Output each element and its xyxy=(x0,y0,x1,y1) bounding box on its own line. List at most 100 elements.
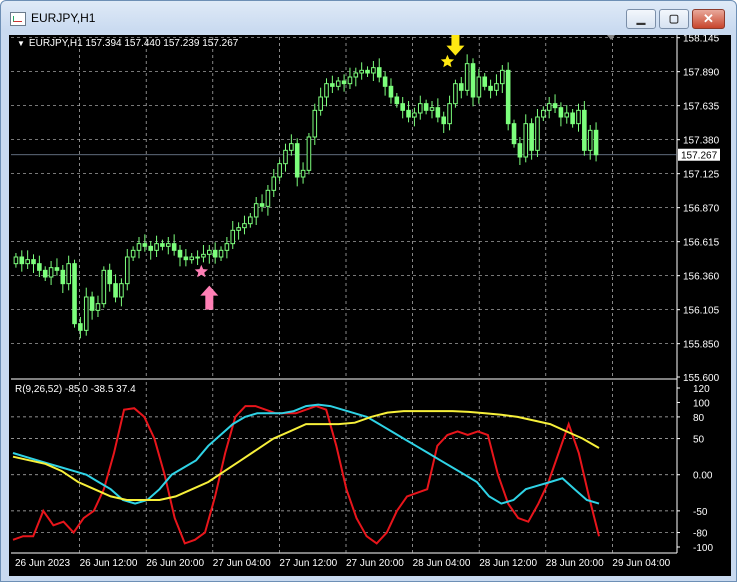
title-bar[interactable]: EURJPY,H1 ▁ ▢ ✕ xyxy=(1,1,736,35)
candle-body xyxy=(371,67,376,74)
candle-body xyxy=(154,243,159,251)
price-tick-label: 156.360 xyxy=(683,272,720,283)
candle-body xyxy=(113,283,118,298)
dropdown-triangle-icon[interactable]: ▼ xyxy=(17,39,25,48)
candle-body xyxy=(535,116,540,151)
candle-body xyxy=(500,69,505,85)
candle-body xyxy=(259,203,265,207)
indicator-tick-label: -50 xyxy=(693,507,708,518)
candle-body xyxy=(66,263,71,285)
time-tick-label: 27 Jun 20:00 xyxy=(346,558,404,569)
candle-body xyxy=(353,72,359,78)
candle-body xyxy=(552,103,558,109)
time-tick-label: 29 Jun 04:00 xyxy=(612,558,670,569)
candle-body xyxy=(54,267,60,271)
current-price-label: 157.267 xyxy=(681,151,718,162)
rsi-slow-line xyxy=(12,410,600,501)
maximize-button[interactable]: ▢ xyxy=(659,9,689,29)
up-arrow-icon xyxy=(200,285,219,310)
candle-body xyxy=(359,69,364,74)
chart-window-icon xyxy=(10,12,26,26)
down-arrow-icon xyxy=(446,35,465,56)
candle-body xyxy=(306,136,312,171)
candle-body xyxy=(494,83,499,91)
candle-body xyxy=(335,80,341,87)
time-tick-label: 28 Jun 12:00 xyxy=(479,558,537,569)
candle-body xyxy=(529,123,534,151)
chart-area[interactable]: 26 Jun 2023 26 Jun 12:00 26 Jun 20:00 27 Ju… xyxy=(9,35,731,576)
candle-body xyxy=(60,269,66,285)
candle-body xyxy=(160,243,165,247)
candle-body xyxy=(265,189,271,207)
star-icon xyxy=(440,54,455,68)
candle-body xyxy=(376,67,382,78)
candle-body xyxy=(177,249,183,258)
candle-body xyxy=(546,103,552,111)
time-tick-label: 26 Jun 20:00 xyxy=(146,558,204,569)
candle-body xyxy=(289,143,294,151)
candle-body xyxy=(277,163,282,178)
price-tick-label: 155.850 xyxy=(683,340,720,351)
candle-body xyxy=(148,245,154,251)
candle-body xyxy=(242,223,247,229)
candle-body xyxy=(48,267,54,278)
candle-body xyxy=(582,109,587,151)
candle-body xyxy=(482,76,488,87)
rsi-mid-line xyxy=(12,403,600,505)
price-tick-label: 157.125 xyxy=(683,170,720,181)
candle-body xyxy=(224,243,230,251)
price-tick-label: 156.615 xyxy=(683,238,720,249)
candle-body xyxy=(347,76,353,85)
candle-body xyxy=(230,229,236,245)
price-tick-label: 156.870 xyxy=(683,204,720,215)
candle-body xyxy=(558,107,564,118)
maximize-icon: ▢ xyxy=(668,13,680,25)
window-title: EURJPY,H1 xyxy=(31,11,96,25)
candle-body xyxy=(435,107,441,118)
close-button[interactable]: ✕ xyxy=(692,9,725,29)
candle-body xyxy=(570,112,575,125)
candle-body xyxy=(447,103,452,125)
info-text: EURJPY,H1 157.394 157.440 157.239 157.26… xyxy=(28,38,239,49)
candle-body xyxy=(324,83,329,98)
price-info-line: ▼ EURJPY,H1 157.394 157.440 157.239 157.2… xyxy=(17,38,238,49)
candle-body xyxy=(107,269,112,285)
candle-body xyxy=(218,249,224,258)
candle-body xyxy=(412,112,417,118)
candle-body xyxy=(207,249,212,255)
candle-body xyxy=(142,243,148,247)
minimize-button[interactable]: ▁ xyxy=(626,9,656,29)
candle-body xyxy=(365,69,370,74)
candle-body xyxy=(248,216,253,225)
time-tick-label: 27 Jun 12:00 xyxy=(279,558,337,569)
candle-body xyxy=(271,176,277,191)
candle-body xyxy=(201,253,206,258)
candle-body xyxy=(576,109,581,125)
candle-body xyxy=(564,112,570,118)
indicator-tick-label: 120 xyxy=(693,384,710,395)
candle-body xyxy=(253,203,259,218)
chart-canvas[interactable]: 26 Jun 2023 26 Jun 12:00 26 Jun 20:00 27 Ju… xyxy=(9,35,731,576)
candle-body xyxy=(505,69,511,125)
candle-body xyxy=(165,243,171,247)
close-icon: ✕ xyxy=(703,11,714,26)
candle-body xyxy=(394,96,400,105)
candle-body xyxy=(119,283,124,298)
candle-body xyxy=(31,259,36,265)
price-tick-label: 156.105 xyxy=(683,306,720,317)
indicator-tick-label: 100 xyxy=(693,398,710,409)
candle-body xyxy=(183,256,189,261)
indicator-tick-label: 50 xyxy=(693,435,705,446)
candle-body xyxy=(458,83,464,91)
candle-body xyxy=(417,103,423,114)
indicator-tick-label: -80 xyxy=(693,529,708,540)
candle-body xyxy=(13,256,19,265)
candle-body xyxy=(19,256,25,265)
candle-body xyxy=(42,269,48,278)
minimize-icon: ▁ xyxy=(636,13,646,25)
candle-body xyxy=(72,263,77,325)
indicator-tick-label: 0.00 xyxy=(693,471,713,482)
candle-body xyxy=(83,296,89,331)
candle-body xyxy=(470,63,476,98)
candle-body xyxy=(441,116,447,125)
